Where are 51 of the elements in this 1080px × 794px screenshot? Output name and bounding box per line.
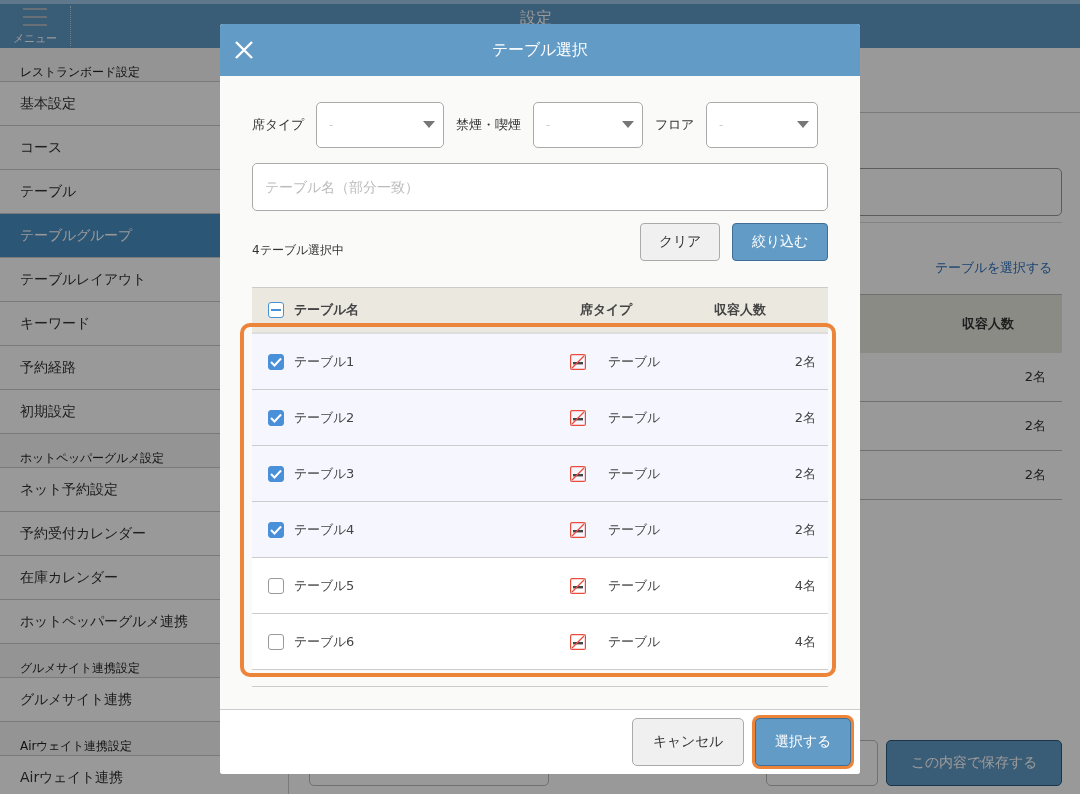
table-cell-text: テーブル3 bbox=[294, 464, 356, 483]
checkbox[interactable] bbox=[268, 465, 284, 482]
filter-label: 禁煙・喫煙 bbox=[456, 116, 521, 134]
minus-icon bbox=[271, 309, 281, 311]
caret-icon bbox=[423, 121, 435, 129]
table-cell-text: テーブル6 bbox=[294, 632, 356, 651]
table-cell: 2名 bbox=[1024, 417, 1046, 435]
column-header: 収容人数 bbox=[713, 301, 766, 319]
menu-icon bbox=[22, 6, 48, 27]
table-row[interactable]: テーブル1 テーブル 2名 bbox=[252, 334, 828, 390]
column-header: テーブル名 bbox=[294, 301, 360, 319]
table-cell-text: テーブル bbox=[608, 576, 661, 595]
cancel-button[interactable]: キャンセル bbox=[632, 718, 744, 766]
table-cell-text: テーブル5 bbox=[294, 576, 356, 595]
checkbox[interactable] bbox=[268, 353, 284, 370]
checkbox[interactable] bbox=[268, 633, 284, 650]
search-field[interactable]: テーブル名（部分一致） bbox=[252, 163, 828, 211]
filter-label: フロア bbox=[655, 116, 694, 134]
table-cell-text: 2名 bbox=[793, 464, 816, 483]
table-cell-text: 2名 bbox=[793, 352, 816, 371]
checkbox[interactable] bbox=[268, 577, 284, 594]
dialog-title: テーブル選択 bbox=[492, 39, 588, 61]
table-cell-text: 4名 bbox=[793, 632, 816, 651]
checkbox[interactable] bbox=[268, 409, 284, 426]
table-cell-text: 4名 bbox=[793, 576, 816, 595]
close-icon bbox=[234, 40, 254, 60]
select-all-checkbox[interactable] bbox=[268, 302, 284, 318]
table-row[interactable]: テーブル5 テーブル 4名 bbox=[252, 558, 828, 614]
table-cell-text: テーブル bbox=[608, 520, 661, 539]
table-cell-text: テーブル bbox=[608, 408, 661, 427]
table-cell-text: テーブル bbox=[608, 632, 661, 651]
clear-button[interactable]: クリア bbox=[640, 223, 720, 261]
column-header: 収容人数 bbox=[962, 315, 1014, 333]
checkbox[interactable] bbox=[268, 521, 284, 538]
table-cell-text: 2名 bbox=[793, 520, 816, 539]
table-cell-text: テーブル bbox=[608, 352, 661, 371]
table-cell-text: 2名 bbox=[793, 408, 816, 427]
table-cell-text: テーブル2 bbox=[294, 408, 356, 427]
table-row[interactable]: テーブル4 テーブル 2名 bbox=[252, 502, 828, 558]
caret-icon bbox=[622, 121, 634, 129]
table-cell: 2名 bbox=[1024, 368, 1046, 386]
table-row[interactable]: テーブル2 テーブル 2名 bbox=[252, 390, 828, 446]
select-table-link[interactable]: テーブルを選択する bbox=[935, 259, 1052, 274]
table-cell: 2名 bbox=[1024, 466, 1046, 484]
table-cell-text: テーブル bbox=[608, 464, 661, 483]
column-header: 席タイプ bbox=[580, 301, 634, 319]
table-row[interactable]: テーブル6 テーブル 4名 bbox=[252, 614, 828, 670]
caret-icon bbox=[797, 121, 809, 129]
table-cell-text: テーブル4 bbox=[294, 520, 356, 539]
table-cell-text: テーブル1 bbox=[294, 352, 356, 371]
table-row[interactable]: テーブル3 テーブル 2名 bbox=[252, 446, 828, 502]
